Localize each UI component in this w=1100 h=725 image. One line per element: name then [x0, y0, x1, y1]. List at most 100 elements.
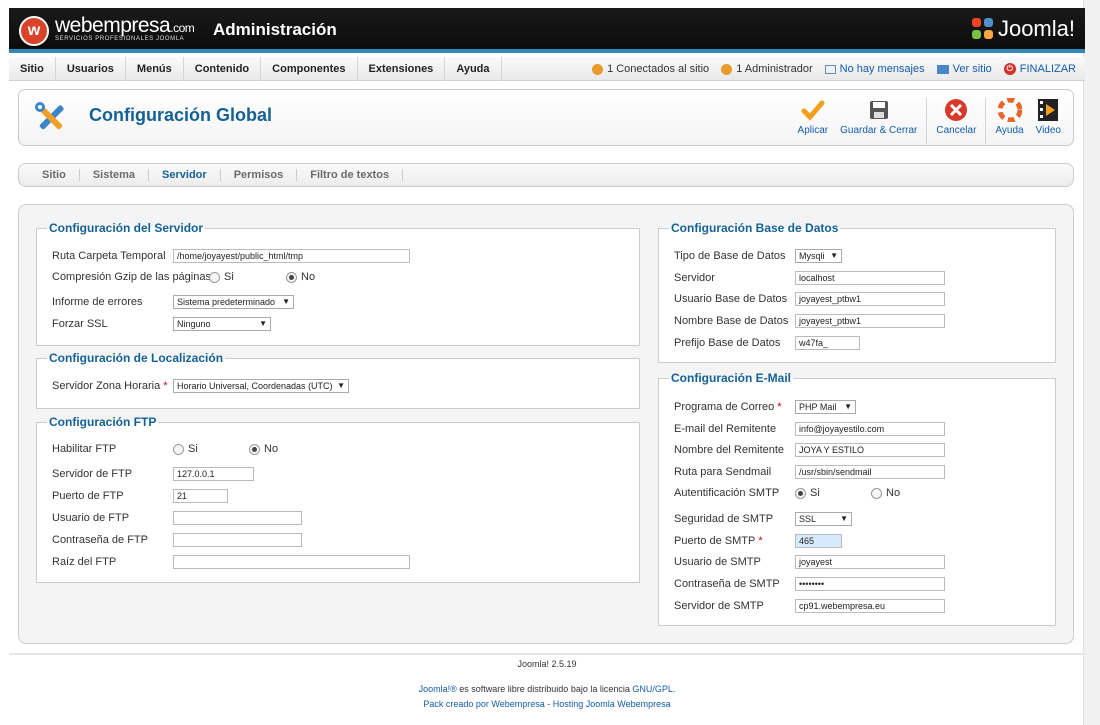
hosting-link[interactable]: Hosting Joomla Webempresa: [553, 699, 671, 709]
smtp-pass-label: Contraseña de SMTP: [674, 578, 780, 590]
messages-link[interactable]: No hay mensajes: [824, 57, 925, 81]
webempresa-logo: webempresa.com SERVICIOS PROFESIONALES J…: [55, 14, 195, 42]
ftp-user-label: Usuario de FTP: [52, 512, 130, 524]
help-button[interactable]: Ayuda: [989, 98, 1029, 144]
license-line: Joomla!® es software libre distribuido b…: [418, 684, 676, 694]
mailer-select[interactable]: PHP Mail ▼: [795, 400, 856, 414]
menu-extensiones[interactable]: Extensiones: [358, 57, 446, 81]
from-name-input[interactable]: JOYA Y ESTILO: [795, 443, 945, 457]
admin-icon: [721, 63, 733, 75]
video-button[interactable]: Video: [1030, 98, 1067, 144]
view-site-link[interactable]: Ver sitio: [936, 57, 992, 81]
tab-sistema[interactable]: Sistema: [80, 169, 150, 181]
toolbar-box: Configuración Global Aplicar Guardar & C…: [18, 89, 1074, 146]
save-close-button[interactable]: Guardar & Cerrar: [834, 98, 923, 144]
gzip-yes-option[interactable]: Si: [209, 271, 234, 283]
ftp-host-input[interactable]: 127.0.0.1: [173, 467, 254, 481]
apply-button[interactable]: Aplicar: [792, 98, 835, 144]
db-type-select[interactable]: Mysqli ▼: [795, 249, 842, 263]
ftp-pass-input[interactable]: [173, 533, 302, 547]
sendmail-input[interactable]: /usr/sbin/sendmail: [795, 465, 945, 479]
smtp-host-label: Servidor de SMTP: [674, 600, 764, 612]
tab-servidor[interactable]: Servidor: [149, 169, 221, 181]
db-type-label: Tipo de Base de Datos: [674, 250, 786, 262]
timezone-select[interactable]: Horario Universal, Coordenadas (UTC) ▼: [173, 379, 349, 393]
smtp-auth-no-option[interactable]: No: [871, 487, 900, 499]
smtp-auth-no-radio[interactable]: [871, 487, 882, 499]
database-fieldset: Configuración Base de Datos Tipo de Base…: [658, 221, 1056, 363]
menu-usuarios[interactable]: Usuarios: [56, 57, 126, 81]
required-asterisk: *: [758, 535, 763, 547]
gzip-yes-radio[interactable]: [209, 271, 220, 283]
db-user-label: Usuario Base de Datos: [674, 293, 788, 305]
db-user-input[interactable]: joyayest_ptbw1: [795, 292, 945, 306]
joomla-icon: [971, 18, 994, 40]
tab-permisos[interactable]: Permisos: [221, 169, 298, 181]
scrollbar[interactable]: [1083, 0, 1100, 725]
ftp-root-input[interactable]: [173, 555, 410, 569]
logout-link[interactable]: ⏻ FINALIZAR: [1003, 57, 1085, 81]
db-prefix-input[interactable]: w47fa_: [795, 336, 860, 350]
smtp-port-label: Puerto de SMTP: [674, 535, 756, 547]
db-name-input[interactable]: joyayest_ptbw1: [795, 314, 945, 328]
ftp-no-radio[interactable]: [249, 443, 260, 455]
joomla-link[interactable]: Joomla!®: [419, 684, 457, 694]
save-icon: [867, 98, 891, 122]
db-host-input[interactable]: localhost: [795, 271, 945, 285]
force-ssl-select[interactable]: Ninguno ▼: [173, 317, 271, 331]
sendmail-label: Ruta para Sendmail: [674, 466, 772, 478]
ftp-port-input[interactable]: 21: [173, 489, 228, 503]
ftp-no-option[interactable]: No: [249, 443, 278, 455]
smtp-auth-label: Autentificación SMTP: [674, 487, 780, 499]
gpl-link[interactable]: GNU/GPL.: [632, 684, 675, 694]
gzip-no-option[interactable]: No: [286, 271, 315, 283]
footer-divider: [9, 653, 1085, 655]
smtp-port-input[interactable]: 465: [795, 534, 842, 548]
db-name-label: Nombre Base de Datos: [674, 315, 789, 327]
error-report-select[interactable]: Sistema predeterminado ▼: [173, 295, 294, 309]
db-host-label: Servidor: [674, 272, 715, 284]
temp-path-label: Ruta Carpeta Temporal: [52, 250, 166, 262]
mailer-label: Programa de Correo: [674, 401, 775, 413]
lifebuoy-icon: [997, 98, 1022, 122]
gzip-no-radio[interactable]: [286, 271, 297, 283]
menu-sitio[interactable]: Sitio: [9, 57, 56, 81]
menu-menus[interactable]: Menús: [126, 57, 184, 81]
database-legend: Configuración Base de Datos: [671, 221, 839, 235]
monitor-icon: [936, 64, 949, 74]
menu-componentes[interactable]: Componentes: [261, 57, 358, 81]
cancel-button[interactable]: Cancelar: [930, 98, 982, 144]
server-fieldset: Configuración del Servidor Ruta Carpeta …: [36, 221, 640, 346]
smtp-host-input[interactable]: cp91.webempresa.eu: [795, 599, 945, 613]
smtp-pass-input[interactable]: ••••••••: [795, 577, 945, 591]
ftp-yes-option[interactable]: Si: [173, 443, 198, 455]
from-email-input[interactable]: info@joyayestilo.com: [795, 422, 945, 436]
chevron-down-icon: ▼: [830, 251, 838, 260]
mail-legend: Configuración E-Mail: [671, 371, 791, 385]
chevron-down-icon: ▼: [840, 514, 848, 523]
power-icon: ⏻: [1003, 63, 1016, 75]
tab-filtro-textos[interactable]: Filtro de textos: [297, 169, 404, 181]
smtp-user-input[interactable]: joyayest: [795, 555, 945, 569]
toolbar-buttons: Aplicar Guardar & Cerrar Cancelar Ayuda …: [792, 98, 1067, 144]
tools-icon: [35, 102, 64, 130]
from-name-label: Nombre del Remitente: [674, 444, 785, 456]
joomla-logo: Joomla!: [971, 16, 1075, 42]
tab-sitio[interactable]: Sitio: [29, 169, 80, 181]
menu-contenido[interactable]: Contenido: [184, 57, 262, 81]
ftp-user-input[interactable]: [173, 511, 302, 525]
menu-ayuda[interactable]: Ayuda: [445, 57, 502, 81]
ftp-legend: Configuración FTP: [49, 415, 157, 429]
toolbar-separator: [926, 98, 928, 144]
smtp-secure-select[interactable]: SSL ▼: [795, 512, 852, 526]
smtp-auth-yes-radio[interactable]: [795, 487, 806, 499]
chevron-down-icon: ▼: [337, 381, 345, 390]
ftp-root-label: Raíz del FTP: [52, 556, 117, 568]
ftp-host-label: Servidor de FTP: [52, 468, 133, 480]
pack-link[interactable]: Pack creado por Webempresa: [423, 699, 544, 709]
connected-status: 1 Conectados al sitio: [592, 57, 709, 81]
smtp-auth-yes-option[interactable]: Si: [795, 487, 820, 499]
ftp-yes-radio[interactable]: [173, 443, 184, 455]
users-icon: [592, 63, 604, 75]
temp-path-input[interactable]: /home/joyayest/public_html/tmp: [173, 249, 410, 263]
